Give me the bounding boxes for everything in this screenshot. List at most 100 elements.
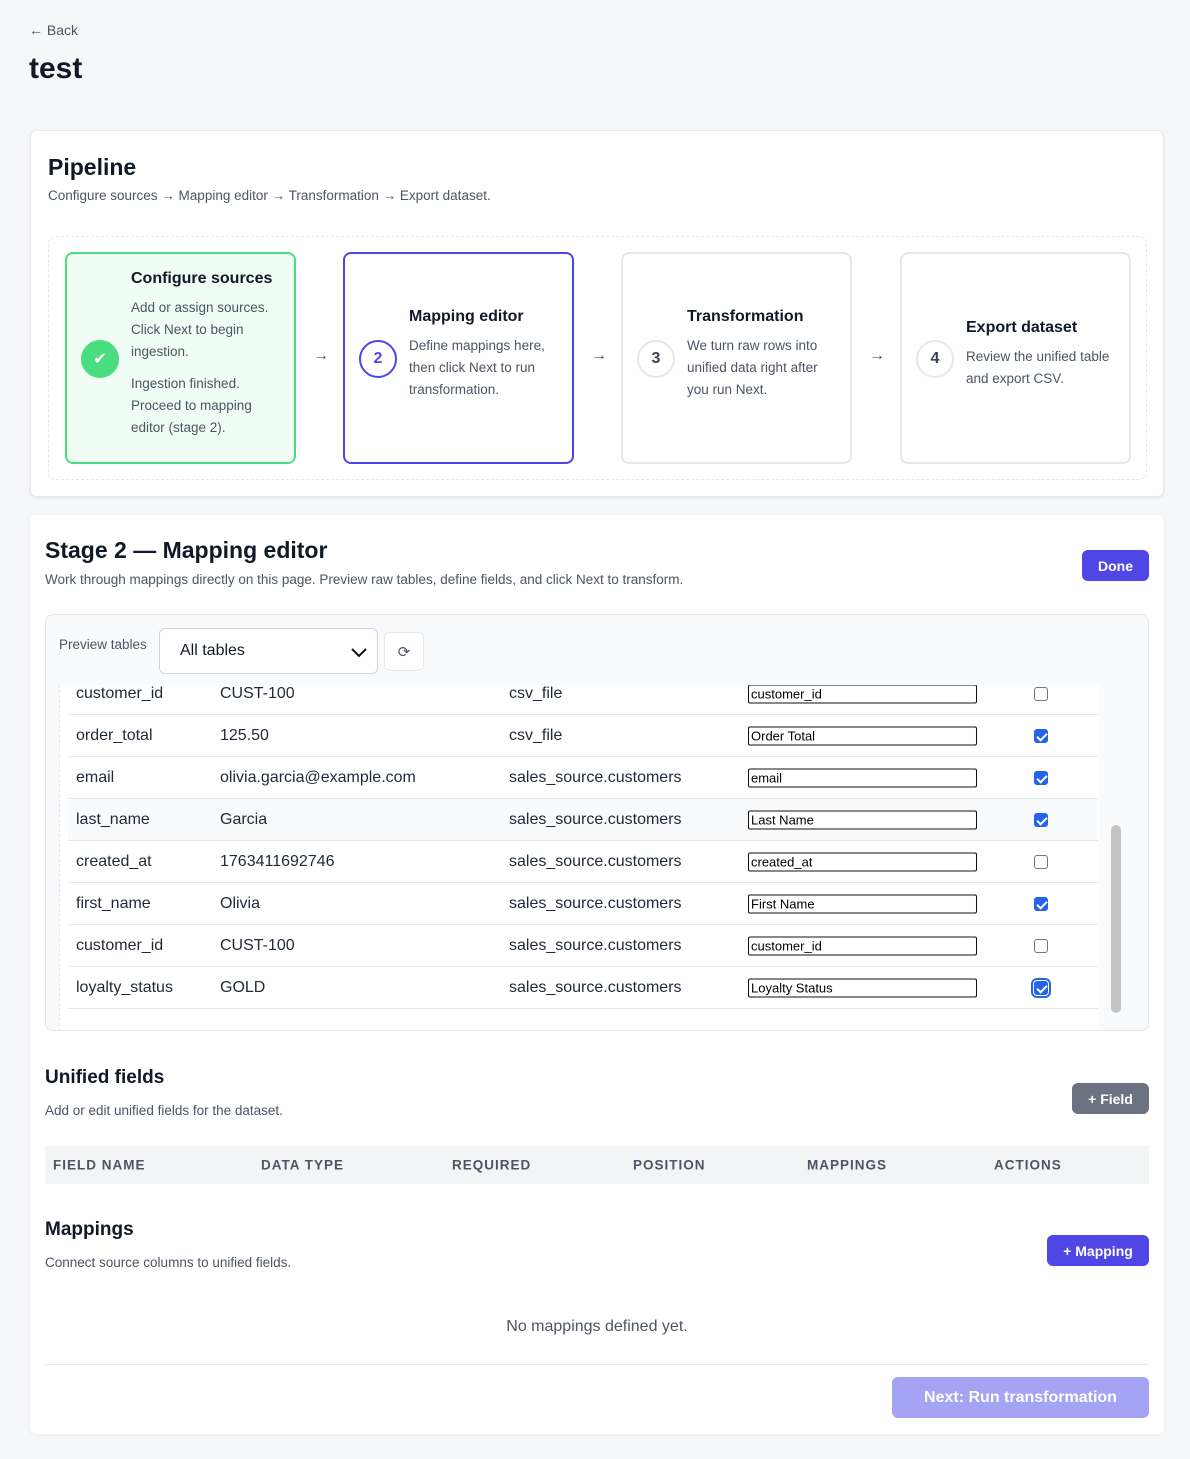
source-name: csv_file	[509, 726, 563, 744]
table-row: created_at 1763411692746 sales_source.cust…	[68, 841, 1098, 883]
include-checkbox[interactable]	[1034, 686, 1048, 701]
sample-value: olivia.garcia@example.com	[220, 768, 416, 786]
step-number-badge: 3	[637, 340, 675, 378]
column-header[interactable]: REQUIRED	[452, 1158, 531, 1173]
add-field-button[interactable]: + Field	[1072, 1083, 1149, 1114]
pipeline-title: Pipeline	[48, 154, 137, 180]
next-run-transformation-button[interactable]: Next: Run transformation	[892, 1377, 1149, 1418]
column-name: created_at	[76, 852, 152, 870]
preview-panel: Preview tables All tables ⟳ customer_id C…	[45, 614, 1149, 1031]
pipeline-subtitle: Configure sources → Mapping editor → Tra…	[48, 188, 491, 203]
preview-scrollbar[interactable]	[1108, 685, 1122, 1021]
mapped-field-input[interactable]: email	[748, 768, 977, 787]
source-name: sales_source.customers	[509, 978, 682, 996]
mapped-field-input[interactable]: Last Name	[748, 810, 977, 829]
sample-value: Olivia	[220, 894, 261, 912]
step-transformation[interactable]: 3 Transformation We turn raw rows into u…	[621, 252, 852, 464]
step-description: Review the unified table and export CSV.	[966, 349, 1110, 386]
back-link[interactable]: ← Back	[29, 22, 78, 38]
column-header[interactable]: FIELD NAME	[53, 1158, 146, 1173]
include-checkbox[interactable]	[1034, 896, 1048, 911]
include-checkbox[interactable]	[1034, 938, 1048, 953]
include-checkbox[interactable]	[1034, 770, 1048, 785]
column-name: last_name	[76, 810, 150, 828]
step-export-dataset[interactable]: 4 Export dataset Review the unified tabl…	[900, 252, 1131, 464]
step-description: We turn raw rows into unified data right…	[687, 338, 818, 397]
mapped-field-input[interactable]: customer_id	[748, 685, 977, 703]
add-mapping-button[interactable]: + Mapping	[1047, 1235, 1149, 1266]
sample-value: Garcia	[220, 810, 268, 828]
table-row: email olivia.garcia@example.com sales_sour…	[68, 757, 1098, 799]
arrow-right-icon: →	[313, 347, 329, 364]
mapped-field-input[interactable]: customer_id	[748, 936, 977, 955]
step-title: Transformation	[687, 308, 804, 325]
step-configure-sources[interactable]: ✔ Configure sources Add or assign source…	[65, 252, 296, 464]
scrollbar-thumb[interactable]	[1111, 825, 1121, 1013]
mapped-field-input[interactable]: Order Total	[748, 726, 977, 745]
step-number-badge: 4	[916, 340, 954, 378]
table-row: order_total 125.50 csv_file Order Total	[68, 715, 1098, 757]
mapped-field-input[interactable]: First Name	[748, 894, 977, 913]
page-title: test	[29, 52, 83, 85]
pipeline-steps: ✔ Configure sources Add or assign source…	[48, 236, 1147, 480]
refresh-icon: ⟳	[397, 643, 411, 661]
step-description: Define mappings here, then click Next to…	[409, 338, 545, 397]
source-name: sales_source.customers	[509, 894, 682, 912]
step-title: Mapping editor	[409, 308, 524, 325]
arrow-right-icon: →	[591, 347, 607, 364]
check-icon: ✔	[81, 340, 119, 378]
sample-value: 125.50	[220, 726, 269, 744]
include-checkbox[interactable]	[1031, 977, 1051, 998]
stage-card: Stage 2 — Mapping editor Work through ma…	[30, 515, 1164, 1434]
divider	[45, 1364, 1149, 1365]
unified-fields-table-header: FIELD NAME DATA TYPE REQUIRED POSITION M…	[45, 1146, 1149, 1184]
column-name: email	[76, 768, 115, 786]
sample-value: CUST-100	[220, 685, 295, 702]
column-header[interactable]: MAPPINGS	[807, 1158, 887, 1173]
preview-table-select-value: All tables	[180, 642, 245, 659]
step-title: Export dataset	[966, 319, 1078, 336]
column-name: loyalty_status	[76, 978, 173, 996]
mapped-field-input[interactable]: created_at	[748, 852, 977, 871]
unified-fields-subtitle: Add or edit unified fields for the datas…	[45, 1103, 283, 1118]
table-row: loyalty_status GOLD sales_source.customers…	[68, 967, 1098, 1009]
step-description: Add or assign sources. Click Next to beg…	[131, 300, 269, 359]
source-name: sales_source.customers	[509, 936, 682, 954]
include-checkbox[interactable]	[1034, 812, 1048, 827]
unified-fields-title: Unified fields	[45, 1067, 165, 1088]
include-checkbox[interactable]	[1034, 728, 1048, 743]
mappings-empty-message: No mappings defined yet.	[506, 1318, 688, 1335]
column-name: customer_id	[76, 685, 164, 702]
sample-value: 1763411692746	[220, 852, 335, 870]
step-title: Configure sources	[131, 270, 273, 287]
column-header[interactable]: ACTIONS	[994, 1158, 1062, 1173]
preview-table-select[interactable]: All tables	[159, 628, 378, 674]
column-name: order_total	[76, 726, 153, 744]
source-name: sales_source.customers	[509, 852, 682, 870]
table-row: customer_id CUST-100 sales_source.customer…	[68, 925, 1098, 967]
stage-subtitle: Work through mappings directly on this p…	[45, 572, 684, 587]
back-link-label: ← Back	[29, 22, 79, 38]
column-header[interactable]: DATA TYPE	[261, 1158, 344, 1173]
column-name: customer_id	[76, 936, 164, 954]
column-header[interactable]: POSITION	[633, 1158, 706, 1173]
include-checkbox[interactable]	[1034, 854, 1048, 869]
refresh-button[interactable]: ⟳	[384, 632, 424, 671]
source-name: csv_file	[509, 685, 563, 702]
column-name: first_name	[76, 894, 151, 912]
mappings-subtitle: Connect source columns to unified fields…	[45, 1255, 292, 1270]
source-name: sales_source.customers	[509, 768, 682, 786]
step-note: Ingestion finished. Proceed to mapping e…	[131, 376, 252, 435]
preview-tables-label: Preview tables	[59, 637, 147, 652]
table-row: customer_id CUST-100 csv_file customer_id	[68, 685, 1098, 715]
chevron-down-icon	[351, 648, 367, 658]
table-row: last_name Garcia sales_source.customers Las…	[68, 799, 1098, 841]
preview-rows: customer_id CUST-100 csv_file customer_id or…	[59, 685, 1099, 1030]
sample-value: GOLD	[220, 978, 266, 996]
step-mapping-editor[interactable]: 2 Mapping editor Define mappings here, t…	[343, 252, 574, 464]
step-number-badge: 2	[359, 340, 397, 378]
source-name: sales_source.customers	[509, 810, 682, 828]
pipeline-card: Pipeline Configure sources → Mapping edi…	[30, 130, 1164, 497]
done-button[interactable]: Done	[1082, 550, 1149, 581]
mapped-field-input[interactable]: Loyalty Status	[748, 978, 977, 997]
